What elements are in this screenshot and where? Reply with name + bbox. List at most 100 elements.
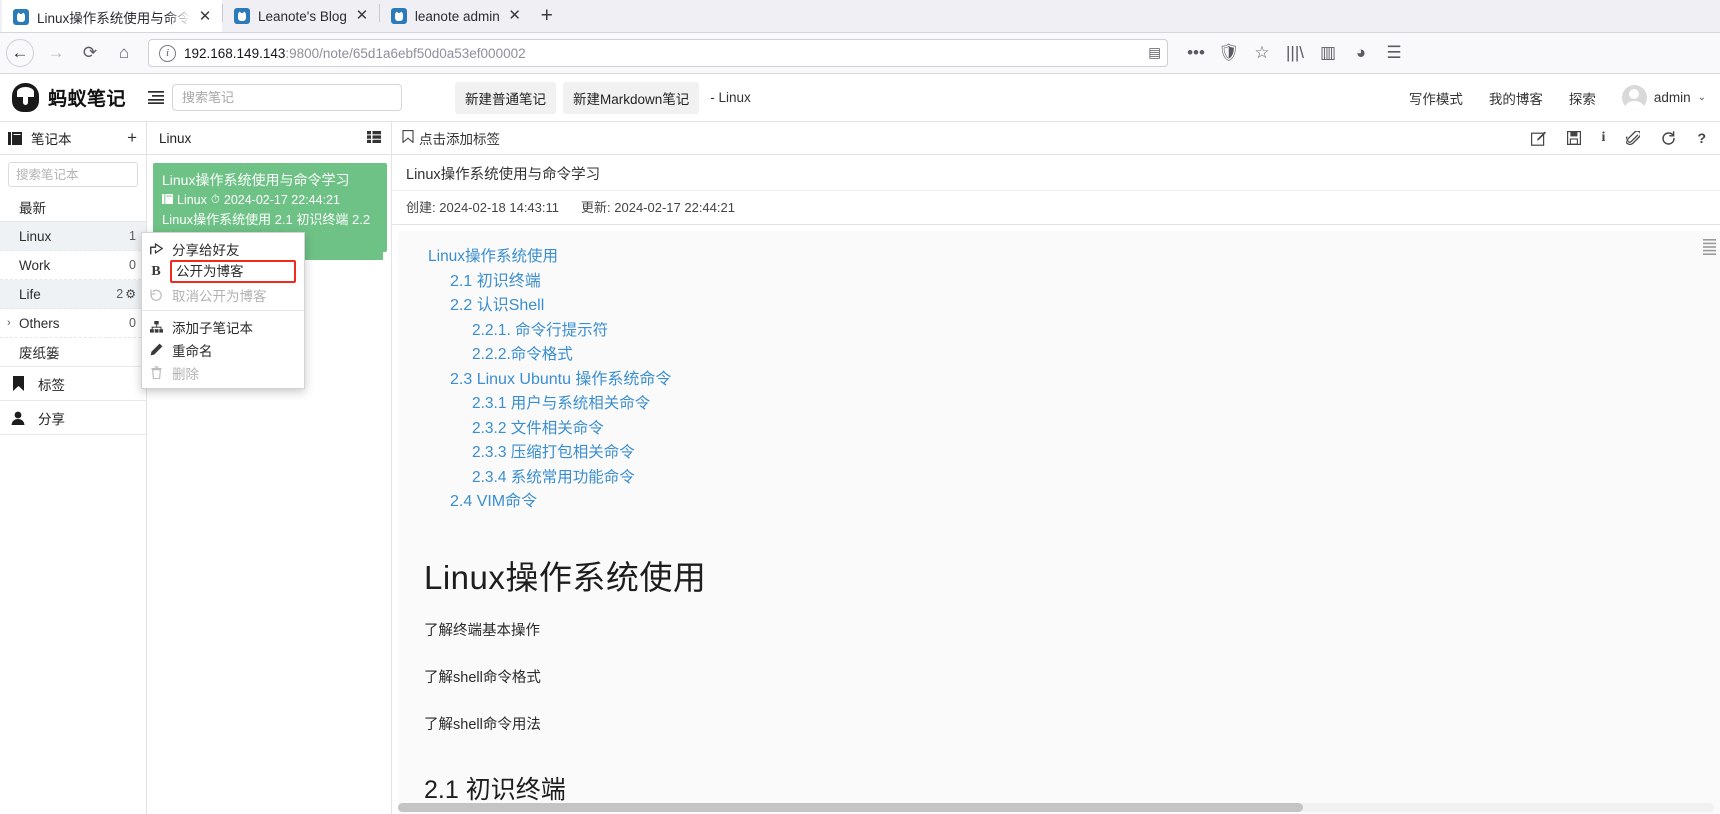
app-logo[interactable]: 蚂蚁笔记 (12, 83, 136, 112)
add-notebook-button[interactable]: + (127, 128, 137, 148)
toolbar-actions: ••• 🛡 ☆ |||\ ▥ ◕ ☰ (1180, 38, 1410, 68)
nav-my-blog[interactable]: 我的博客 (1489, 88, 1543, 108)
toc-link[interactable]: 2.2.2.命令格式 (428, 343, 1694, 368)
context-menu-item-add-subnotebook[interactable]: 添加子笔记本 (142, 315, 304, 338)
sidebar-item-label: Work (19, 257, 51, 273)
new-tab-button[interactable]: + (532, 1, 562, 31)
context-menu-item-publish-blog[interactable]: B 公开为博客 (142, 260, 304, 283)
new-note-button[interactable]: 新建普通笔记 (455, 81, 556, 114)
toc-link[interactable]: 2.2 认识Shell (428, 294, 1694, 319)
forward-button-icon[interactable]: → (40, 38, 72, 68)
extensions-dots-icon[interactable]: ••• (1180, 38, 1212, 68)
toggle-list-icon[interactable] (142, 91, 170, 104)
tab-strip: Linux操作系统使用与命令学习 ✕ Leanote's Blog ✕ lean… (0, 0, 1720, 33)
tab-title: Linux操作系统使用与命令学习 (37, 11, 190, 26)
browser-tab-1[interactable]: Leanote's Blog ✕ (223, 0, 379, 32)
notebook-search-wrap (0, 155, 146, 193)
chevron-right-icon[interactable]: › (7, 309, 11, 337)
sidebar-item-count: 1 (129, 229, 136, 243)
note-list-title: Linux (159, 130, 192, 146)
history-icon[interactable] (1661, 130, 1676, 146)
sidebar-item-others[interactable]: › Others 0 (0, 309, 146, 338)
url-text: 192.168.149.143:9800/note/65d1a6ebf50d0a… (184, 45, 526, 61)
context-menu-item-unpublish-blog[interactable]: 取消公开为博客 (142, 283, 304, 306)
sidebar-item-work[interactable]: Work 0 (0, 251, 146, 280)
sidebar-item-life[interactable]: Life 2 ⚙ (0, 280, 146, 309)
sidebar-item-count: 0 (129, 258, 136, 272)
note-content[interactable]: Linux操作系统使用 2.1 初识终端 2.2 认识Shell 2.2.1. … (398, 231, 1720, 814)
bookmark-star-icon[interactable]: ☆ (1246, 38, 1278, 68)
content-scroll-handle[interactable] (1702, 239, 1716, 255)
header-actions: 新建普通笔记 新建Markdown笔记 - Linux (455, 81, 751, 114)
info-icon[interactable]: i (1602, 130, 1606, 146)
search-notes-input[interactable] (172, 84, 402, 111)
toc-link[interactable]: 2.3.2 文件相关命令 (428, 417, 1694, 442)
account-icon[interactable]: ◕ (1345, 38, 1377, 68)
tab-close-icon[interactable]: ✕ (355, 8, 369, 23)
browser-tab-2[interactable]: leanote admin ✕ (380, 0, 532, 32)
toc-link[interactable]: 2.3.4 系统常用功能命令 (428, 466, 1694, 491)
tab-close-icon[interactable]: ✕ (198, 9, 212, 24)
note-editor: 点击添加标签 i ? Linux操作系统使用与命令学习 创建: 2024-02-… (392, 122, 1720, 814)
document-heading: Linux操作系统使用 (424, 558, 707, 596)
back-button-icon[interactable]: ← (6, 39, 34, 67)
app-menu-icon[interactable]: ☰ (1378, 38, 1410, 68)
horizontal-scrollbar[interactable] (398, 803, 1714, 812)
nav-write-mode[interactable]: 写作模式 (1409, 88, 1463, 108)
sidebar-icon[interactable]: ▥ (1312, 38, 1344, 68)
user-name: admin (1653, 90, 1691, 105)
reader-mode-icon[interactable]: ▤ (1148, 45, 1161, 61)
editor-tools: i ? (1530, 130, 1706, 146)
toc-link[interactable]: 2.3.3 压缩打包相关命令 (428, 441, 1694, 466)
leanote-favicon-icon (390, 8, 407, 24)
pencil-icon (149, 343, 163, 356)
nav-explore[interactable]: 探索 (1569, 88, 1596, 108)
save-icon[interactable] (1566, 131, 1581, 145)
sidebar-item-shares[interactable]: 分享 (0, 401, 146, 435)
reload-button-icon[interactable]: ⟳ (74, 38, 106, 68)
context-menu-item-rename[interactable]: 重命名 (142, 338, 304, 361)
scrollbar-thumb[interactable] (398, 803, 1303, 812)
toc-link[interactable]: Linux操作系统使用 (428, 245, 1694, 270)
tag-bar[interactable]: 点击添加标签 i ? (392, 122, 1720, 155)
tag-icon (402, 130, 414, 146)
note-updated: 更新: 2024-02-17 22:44:21 (581, 200, 735, 215)
browser-tab-0[interactable]: Linux操作系统使用与命令学习 ✕ (2, 0, 222, 32)
toc-link[interactable]: 2.3 Linux Ubuntu 操作系统命令 (428, 368, 1694, 393)
library-icon[interactable]: |||\ (1279, 38, 1311, 68)
edit-icon[interactable] (1530, 131, 1546, 146)
sidebar-group-label: 标签 (38, 377, 65, 393)
toc-link[interactable]: 2.3.1 用户与系统相关命令 (428, 392, 1694, 417)
context-menu-item-share[interactable]: 分享给好友 (142, 237, 304, 260)
sidebar-item-latest[interactable]: 最新 (0, 193, 146, 222)
site-info-icon[interactable]: i (159, 44, 176, 62)
shield-icon[interactable]: 🛡 (1213, 38, 1245, 68)
notebook-sidebar: 笔记本 + 最新 Linux 1 Work 0 (0, 122, 147, 814)
sidebar-group-label: 分享 (38, 411, 65, 427)
toc-link[interactable]: 2.1 初识终端 (428, 270, 1694, 295)
sidebar-item-linux[interactable]: Linux 1 (0, 222, 146, 251)
url-bar[interactable]: i 192.168.149.143:9800/note/65d1a6ebf50d… (148, 39, 1168, 67)
grid-view-icon[interactable] (367, 130, 381, 146)
context-menu-item-delete[interactable]: 删除 (142, 361, 304, 384)
note-list-header: Linux (147, 122, 391, 155)
user-menu[interactable]: admin ⌄ (1621, 85, 1706, 110)
new-markdown-note-button[interactable]: 新建Markdown笔记 (563, 81, 700, 114)
help-icon[interactable]: ? (1697, 130, 1706, 146)
gear-icon[interactable]: ⚙ (125, 287, 136, 301)
note-item-notebook: Linux (177, 193, 207, 207)
sidebar-item-label: Life (19, 286, 41, 302)
toc-link[interactable]: 2.4 VIM命令 (428, 490, 1694, 515)
sidebar-item-trash[interactable]: 废纸篓 (0, 338, 146, 367)
sidebar-item-tags[interactable]: 标签 (0, 367, 146, 401)
toc-link[interactable]: 2.2.1. 命令行提示符 (428, 319, 1694, 344)
note-title[interactable]: Linux操作系统使用与命令学习 (392, 155, 1720, 191)
notebook-search-input[interactable] (8, 162, 138, 187)
tab-close-icon[interactable]: ✕ (508, 8, 522, 23)
note-dates: 创建: 2024-02-18 14:43:11 更新: 2024-02-17 2… (392, 191, 1720, 225)
home-button-icon[interactable]: ⌂ (108, 38, 140, 68)
notebook-section-header: 笔记本 + (0, 122, 146, 155)
leanote-app: 蚂蚁笔记 新建普通笔记 新建Markdown笔记 - Linux 写作模式 我的… (0, 74, 1720, 814)
attachment-icon[interactable] (1626, 130, 1641, 146)
note-item-meta: Linux ⏱ 2024-02-17 22:44:21 (162, 193, 381, 207)
